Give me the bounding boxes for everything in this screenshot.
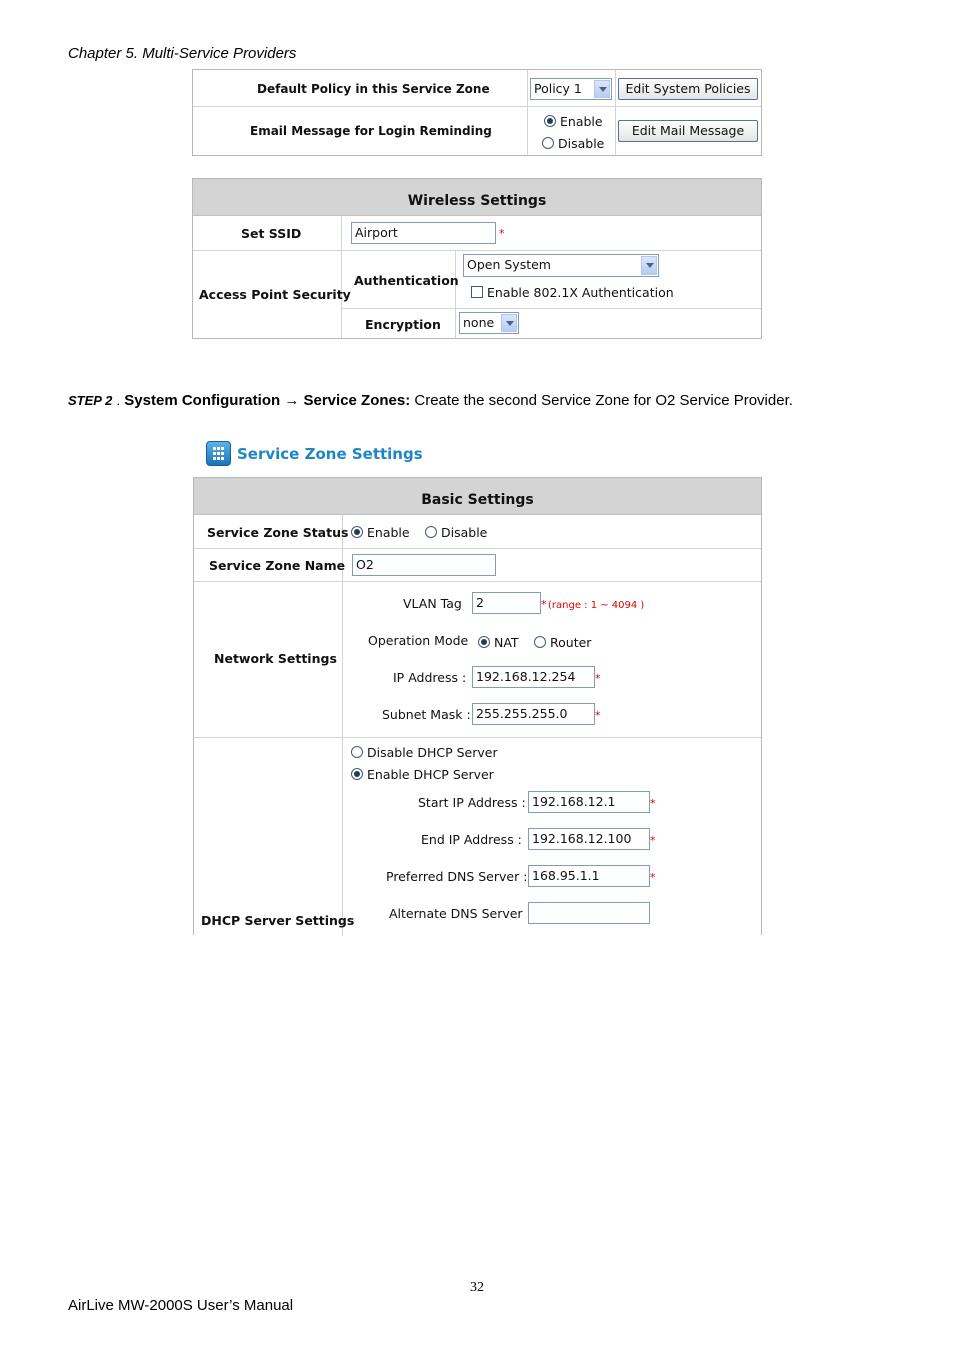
- email-disable-radio[interactable]: [542, 137, 554, 149]
- service-zone-status-label: Service Zone Status: [207, 525, 349, 540]
- dhcp-enable-label: Enable DHCP Server: [367, 767, 494, 782]
- service-zone-name-label: Service Zone Name: [209, 558, 346, 573]
- vlan-tag-input[interactable]: 2: [472, 592, 541, 614]
- ssid-input[interactable]: Airport: [351, 222, 496, 244]
- end-ip-label: End IP Address :: [421, 832, 522, 847]
- preferred-dns-input[interactable]: 168.95.1.1: [528, 865, 650, 887]
- service-zone-settings-title: Service Zone Settings: [237, 445, 423, 463]
- subnet-mask-input[interactable]: 255.255.255.0: [472, 703, 595, 725]
- manual-title: AirLive MW-2000S User’s Manual: [68, 1297, 294, 1314]
- ssid-required-mark: *: [499, 227, 505, 240]
- op-mode-router-radio[interactable]: [534, 636, 546, 648]
- start-ip-label: Start IP Address :: [418, 795, 526, 810]
- preferred-dns-required-mark: *: [650, 871, 656, 884]
- encryption-select[interactable]: none: [459, 312, 519, 334]
- op-mode-router-label: Router: [550, 635, 592, 650]
- email-enable-label: Enable: [560, 114, 603, 129]
- policy-select[interactable]: Policy 1: [530, 78, 612, 100]
- step-path-a: System Configuration: [124, 392, 281, 409]
- alternate-dns-input[interactable]: [528, 902, 650, 924]
- step-path-b: Service Zones:: [303, 392, 411, 409]
- dot1x-checkbox[interactable]: [471, 286, 483, 298]
- preferred-dns-label: Preferred DNS Server :: [386, 869, 528, 884]
- step-text: Create the second Service Zone for O2 Se…: [410, 392, 793, 409]
- vlan-required-mark: *: [541, 598, 547, 611]
- chevron-down-icon: [594, 80, 610, 98]
- ip-required-mark: *: [595, 672, 601, 685]
- status-disable-label: Disable: [441, 525, 488, 540]
- status-enable-radio[interactable]: [351, 526, 363, 538]
- page-number: 32: [470, 1280, 484, 1295]
- authentication-select[interactable]: Open System: [463, 254, 659, 277]
- dhcp-disable-radio[interactable]: [351, 746, 363, 758]
- ip-address-input[interactable]: 192.168.12.254: [472, 666, 595, 688]
- status-enable-label: Enable: [367, 525, 410, 540]
- authentication-label: Authentication: [354, 273, 459, 288]
- operation-mode-label: Operation Mode: [368, 633, 469, 648]
- start-ip-input[interactable]: 192.168.12.1: [528, 791, 650, 813]
- policy-select-value: Policy 1: [534, 81, 582, 96]
- network-settings-label: Network Settings: [214, 651, 337, 666]
- set-ssid-label: Set SSID: [241, 226, 302, 241]
- encryption-select-value: none: [463, 315, 495, 330]
- service-zone-name-input[interactable]: O2: [352, 554, 496, 576]
- step-label: STEP 2: [68, 393, 113, 408]
- edit-mail-message-button[interactable]: Edit Mail Message: [618, 120, 758, 142]
- basic-settings-title: Basic Settings: [194, 478, 761, 515]
- right-arrow-icon: →: [284, 392, 300, 409]
- access-point-security-label: Access Point Security: [199, 287, 351, 302]
- email-message-label: Email Message for Login Reminding: [250, 124, 492, 138]
- email-disable-label: Disable: [558, 136, 605, 151]
- authentication-select-value: Open System: [467, 257, 551, 272]
- dhcp-enable-radio[interactable]: [351, 768, 363, 780]
- edit-system-policies-button[interactable]: Edit System Policies: [618, 78, 758, 100]
- mask-required-mark: *: [595, 709, 601, 722]
- default-policy-label: Default Policy in this Service Zone: [257, 82, 490, 96]
- chevron-down-icon: [501, 314, 517, 332]
- step-separator: .: [116, 393, 121, 408]
- ip-address-label: IP Address :: [393, 670, 467, 685]
- chapter-header: Chapter 5. Multi-Service Providers: [68, 45, 297, 62]
- dhcp-disable-label: Disable DHCP Server: [367, 745, 498, 760]
- subnet-mask-label: Subnet Mask :: [382, 707, 471, 722]
- end-ip-input[interactable]: 192.168.12.100: [528, 828, 650, 850]
- chevron-down-icon: [641, 256, 657, 275]
- step-instruction: STEP 2 . System Configuration → Service …: [68, 392, 793, 409]
- status-disable-radio[interactable]: [425, 526, 437, 538]
- op-mode-nat-label: NAT: [494, 635, 519, 650]
- vlan-tag-label: VLAN Tag: [403, 596, 462, 611]
- op-mode-nat-radio[interactable]: [478, 636, 490, 648]
- wireless-settings-title: Wireless Settings: [193, 179, 761, 216]
- end-ip-required-mark: *: [650, 834, 656, 847]
- email-enable-radio[interactable]: [544, 115, 556, 127]
- dhcp-server-settings-label: DHCP Server Settings: [201, 913, 355, 928]
- dot1x-label: Enable 802.1X Authentication: [487, 285, 674, 300]
- service-zone-icon: [206, 441, 231, 466]
- encryption-label: Encryption: [365, 317, 441, 332]
- vlan-range-hint: (range : 1 ~ 4094 ): [548, 600, 645, 611]
- start-ip-required-mark: *: [650, 797, 656, 810]
- alternate-dns-label: Alternate DNS Server :: [389, 906, 531, 921]
